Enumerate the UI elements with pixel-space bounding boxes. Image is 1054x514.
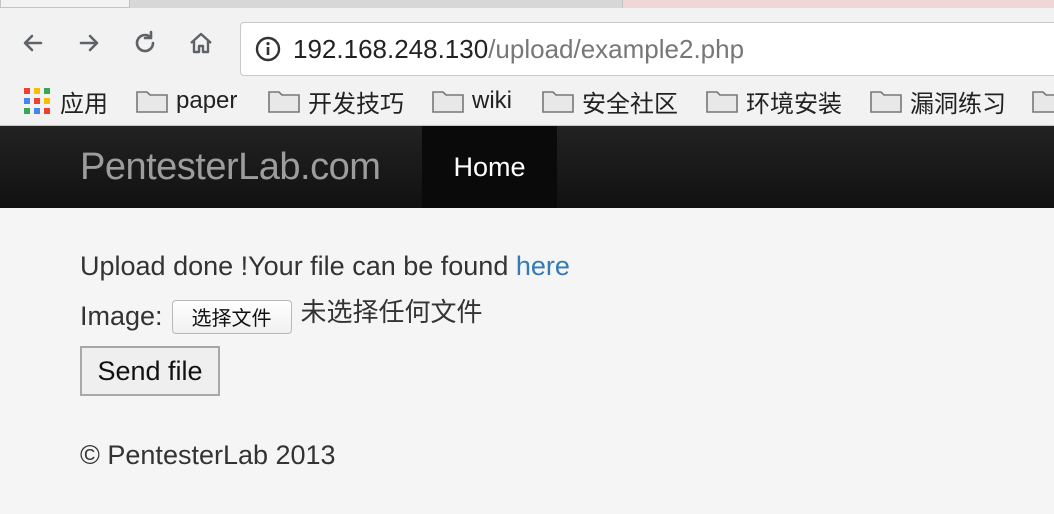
- browser-toolbar: 192.168.248.130/upload/example2.php: [0, 8, 1054, 78]
- bookmark-label: 开发技巧: [308, 90, 404, 118]
- folder-icon: [432, 89, 464, 113]
- footer-copyright: © PentesterLab 2013: [80, 440, 336, 470]
- bookmarks-bar: 应用 paper 开发技巧 wiki 安全社区 环境安装 漏洞练习: [0, 78, 1054, 126]
- bookmark-dev-tips[interactable]: 开发技巧: [268, 85, 404, 118]
- folder-icon: [268, 89, 300, 113]
- home-icon: [190, 32, 212, 54]
- folder-icon: [1032, 89, 1054, 113]
- folder-icon: [706, 89, 738, 113]
- bookmark-label: 安全社区: [582, 90, 678, 118]
- bookmark-label: wiki: [472, 87, 512, 114]
- reload-button[interactable]: [128, 26, 162, 60]
- upload-message-text: Upload done !Your file can be found: [80, 251, 516, 281]
- tab-strip: [0, 0, 1054, 8]
- forward-button[interactable]: [72, 26, 106, 60]
- send-file-button[interactable]: Send file: [80, 346, 220, 396]
- site-brand[interactable]: PentesterLab.com: [80, 146, 381, 189]
- bookmark-vuln-practice[interactable]: 漏洞练习: [870, 85, 1006, 118]
- arrow-left-icon: [23, 34, 43, 52]
- page-content: Upload done !Your file can be found here…: [0, 208, 1054, 514]
- bookmark-label: paper: [176, 87, 238, 114]
- bookmark-apps[interactable]: 应用: [24, 85, 108, 118]
- arrow-right-icon: [79, 34, 99, 52]
- bookmark-env-install[interactable]: 环境安装: [706, 85, 842, 118]
- file-link[interactable]: here: [516, 251, 570, 281]
- bookmark-wiki[interactable]: wiki: [432, 85, 512, 117]
- url-host: 192.168.248.130: [293, 33, 489, 64]
- tab[interactable]: [622, 0, 1054, 8]
- reload-icon: [135, 30, 155, 53]
- bookmark-label: 环境安装: [746, 90, 842, 118]
- tab[interactable]: [0, 0, 130, 8]
- upload-message: Upload done !Your file can be found here: [80, 251, 570, 282]
- bookmark-label: 应用: [60, 90, 108, 118]
- no-file-selected-text: 未选择任何文件: [300, 298, 483, 328]
- bookmark-paper[interactable]: paper: [136, 85, 237, 117]
- info-icon[interactable]: [253, 34, 283, 64]
- bookmark-label: 漏洞练习: [910, 90, 1006, 118]
- site-navbar: PentesterLab.com Home: [0, 126, 1054, 208]
- back-button[interactable]: [16, 26, 50, 60]
- url-text[interactable]: 192.168.248.130/upload/example2.php: [293, 34, 744, 65]
- apps-grid-icon: [24, 88, 50, 114]
- bookmark-overflow[interactable]: [1032, 85, 1054, 117]
- folder-icon: [542, 89, 574, 113]
- folder-icon: [136, 89, 168, 113]
- home-button[interactable]: [184, 26, 218, 60]
- bookmark-security-community[interactable]: 安全社区: [542, 85, 678, 118]
- choose-file-button[interactable]: 选择文件: [171, 299, 292, 334]
- image-upload-row: Image: 选择文件 未选择任何文件: [80, 298, 483, 335]
- nav-home-link[interactable]: Home: [422, 126, 557, 208]
- image-label: Image:: [80, 301, 163, 331]
- url-path: /upload/example2.php: [488, 33, 745, 64]
- folder-icon: [870, 89, 902, 113]
- address-bar[interactable]: 192.168.248.130/upload/example2.php: [240, 22, 1054, 76]
